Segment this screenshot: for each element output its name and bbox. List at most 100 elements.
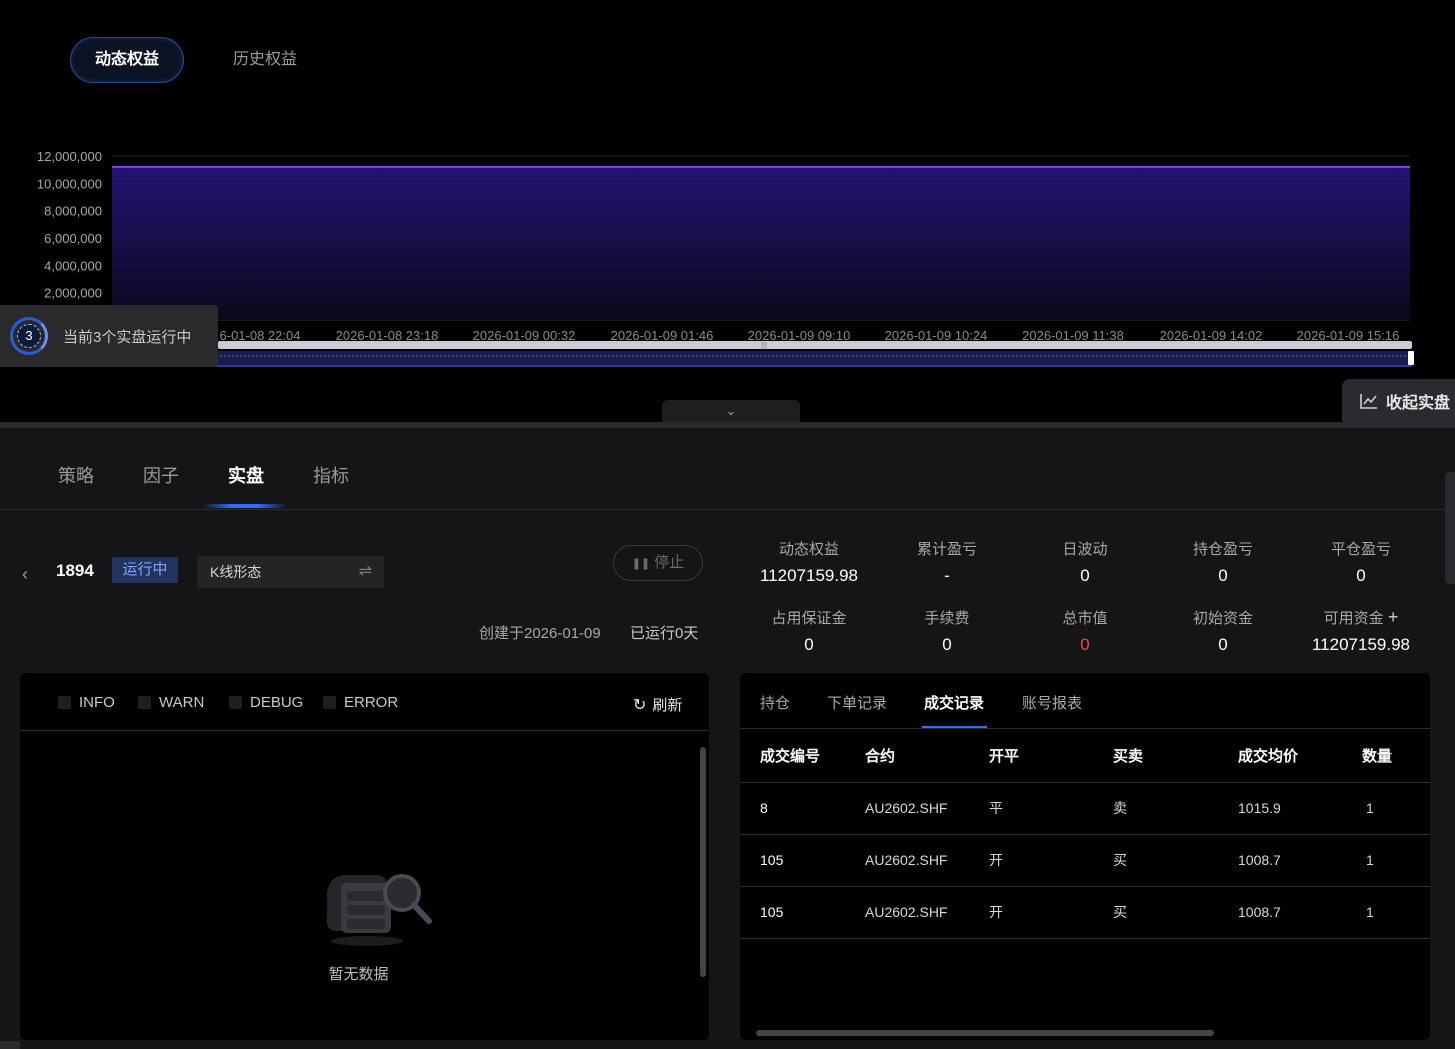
stat-available-funds: 可用资金 + 11207159.98 bbox=[1292, 607, 1430, 655]
equity-area bbox=[112, 166, 1410, 320]
page-scrollbar[interactable] bbox=[1445, 472, 1455, 584]
zoom-slider-handle bbox=[1408, 351, 1414, 365]
checkbox[interactable] bbox=[138, 696, 151, 709]
log-level-filters: INFO WARN DEBUG ERROR ↻ 刷新 bbox=[20, 673, 709, 731]
table-row[interactable]: 8 AU2602.SHF 平 卖 1015.9 1 bbox=[740, 782, 1430, 835]
records-tabs: 持仓 下单记录 成交记录 账号报表 bbox=[740, 673, 1430, 729]
tab-factor[interactable]: 因子 bbox=[143, 462, 179, 488]
tab-positions[interactable]: 持仓 bbox=[760, 692, 790, 713]
stat-value: - bbox=[944, 566, 950, 585]
stat-cum-pnl: 累计盈亏 - bbox=[878, 538, 1016, 586]
stop-button[interactable]: ❚❚ 停止 bbox=[613, 545, 703, 581]
cell-avg-price: 1008.7 bbox=[1238, 886, 1362, 939]
stat-position-pnl: 持仓盈亏 0 bbox=[1154, 538, 1292, 586]
stat-label: 总市值 bbox=[1062, 610, 1108, 627]
tab-live[interactable]: 实盘 bbox=[228, 462, 264, 488]
table-row[interactable]: 105 AU2602.SHF 开 买 1008.7 1 bbox=[740, 834, 1430, 887]
log-level-debug[interactable]: DEBUG bbox=[229, 694, 303, 711]
cell-open-close: 平 bbox=[989, 782, 1113, 835]
zoom-slider-track bbox=[218, 341, 1412, 349]
stat-value: 0 bbox=[1080, 635, 1090, 654]
x-tick-label: 2026-01-09 15:16 bbox=[1297, 328, 1400, 343]
cell-contract: AU2602.SHF bbox=[865, 834, 989, 887]
log-panel: INFO WARN DEBUG ERROR ↻ 刷新 暂无数据 bbox=[20, 673, 709, 1040]
stat-close-pnl: 平仓盈亏 0 bbox=[1292, 538, 1430, 586]
empty-data-icon bbox=[326, 874, 432, 946]
col-side: 买卖 bbox=[1113, 730, 1238, 783]
stat-label: 平仓盈亏 bbox=[1330, 541, 1391, 558]
table-row[interactable]: 105 AU2602.SHF 开 买 1008.7 1 bbox=[740, 886, 1430, 939]
collapse-chart-handle[interactable]: ⌄ bbox=[662, 400, 800, 422]
stat-value: 11207159.98 bbox=[759, 566, 858, 585]
run-days: 已运行0天 bbox=[630, 625, 699, 642]
tab-dynamic-equity[interactable]: 动态权益 bbox=[70, 37, 185, 83]
tab-indicator[interactable]: 指标 bbox=[313, 462, 349, 488]
tab-trades[interactable]: 成交记录 bbox=[924, 692, 984, 713]
x-tick-label: 2026-01-09 14:02 bbox=[1160, 328, 1263, 343]
y-tick-label: 10,000,000 bbox=[37, 176, 102, 191]
log-scrollbar[interactable] bbox=[700, 735, 706, 1035]
equity-chart[interactable]: 12,000,000 10,000,000 8,000,000 6,000,000 4,… bbox=[0, 130, 1455, 370]
tab-orders[interactable]: 下单记录 bbox=[827, 692, 887, 713]
add-funds-icon[interactable]: + bbox=[1388, 607, 1399, 627]
pause-icon: ❚❚ bbox=[631, 558, 651, 570]
log-level-error[interactable]: ERROR bbox=[323, 694, 398, 711]
checkbox[interactable] bbox=[58, 696, 71, 709]
cell-trade-id: 105 bbox=[740, 886, 865, 939]
line-chart-icon bbox=[1360, 394, 1377, 409]
log-level-label: DEBUG bbox=[250, 694, 304, 711]
strategy-select-value: K线形态 bbox=[210, 564, 262, 580]
running-live-notice[interactable]: 3 当前3个实盘运行中 bbox=[0, 305, 218, 367]
back-arrow-icon[interactable]: ‹ bbox=[22, 564, 28, 585]
chevron-down-icon: ⌄ bbox=[725, 403, 737, 418]
active-records-tab-indicator bbox=[922, 726, 987, 728]
tab-account-report[interactable]: 账号报表 bbox=[1022, 692, 1082, 713]
log-level-label: WARN bbox=[159, 694, 205, 711]
stat-label: 初始资金 bbox=[1192, 610, 1253, 627]
x-tick-label: 2026-01-09 11:38 bbox=[1022, 328, 1124, 343]
active-tab-indicator bbox=[203, 504, 287, 508]
equity-tabs: 动态权益 历史权益 bbox=[70, 37, 322, 83]
strategy-select[interactable]: K线形态 ⇌ bbox=[197, 556, 384, 588]
bottom-panel: 策略 因子 实盘 指标 ‹ 1894 运行中 K线形态 ⇌ ❚❚ 停止 创建于2… bbox=[0, 422, 1455, 1049]
zoom-drag-grip: ||| bbox=[761, 341, 767, 350]
stat-label: 日波动 bbox=[1062, 541, 1108, 558]
cell-contract: AU2602.SHF bbox=[865, 782, 989, 835]
tab-history-equity[interactable]: 历史权益 bbox=[208, 37, 322, 83]
stat-value: 0 bbox=[942, 635, 952, 654]
created-at: 创建于2026-01-09 bbox=[479, 625, 601, 642]
log-level-label: ERROR bbox=[344, 694, 399, 711]
stat-label: 手续费 bbox=[924, 610, 970, 627]
stat-daily-volatility: 日波动 0 bbox=[1016, 538, 1154, 586]
stat-value: 0 bbox=[1080, 566, 1090, 585]
refresh-label: 刷新 bbox=[652, 697, 683, 714]
cell-avg-price: 1015.9 bbox=[1238, 782, 1362, 835]
checkbox[interactable] bbox=[323, 696, 336, 709]
log-level-info[interactable]: INFO bbox=[58, 694, 115, 711]
col-avg-price: 成交均价 bbox=[1238, 730, 1362, 783]
refresh-button[interactable]: ↻ 刷新 bbox=[633, 694, 682, 715]
scroll-thumb[interactable] bbox=[756, 1030, 1214, 1036]
stat-label: 动态权益 bbox=[778, 541, 839, 558]
stat-margin: 占用保证金 0 bbox=[740, 607, 878, 655]
live-id: 1894 bbox=[56, 561, 94, 580]
running-count: 3 bbox=[17, 324, 41, 348]
tab-strategy[interactable]: 策略 bbox=[58, 462, 94, 488]
fold-live-button[interactable]: 收起实盘 bbox=[1342, 379, 1455, 423]
records-h-scrollbar[interactable] bbox=[744, 1029, 1426, 1037]
x-tick-label: 2026-01-09 00:32 bbox=[473, 328, 576, 343]
cell-trade-id: 8 bbox=[740, 782, 865, 835]
cell-qty: 1 bbox=[1362, 782, 1430, 835]
stat-fee: 手续费 0 bbox=[878, 607, 1016, 655]
status-badge: 运行中 bbox=[112, 557, 178, 583]
cell-avg-price: 1008.7 bbox=[1238, 834, 1362, 887]
x-tick-label: 2026-01-09 10:24 bbox=[885, 328, 988, 343]
stat-market-value: 总市值 0 bbox=[1016, 607, 1154, 655]
stat-value: 0 bbox=[804, 635, 814, 654]
scroll-thumb[interactable] bbox=[700, 747, 706, 977]
fold-live-label: 收起实盘 bbox=[1386, 395, 1451, 412]
records-panel: 持仓 下单记录 成交记录 账号报表 成交编号 合约 开平 买卖 成交均价 数量 … bbox=[740, 673, 1430, 1040]
log-level-warn[interactable]: WARN bbox=[138, 694, 204, 711]
checkbox[interactable] bbox=[229, 696, 242, 709]
col-qty: 数量 bbox=[1362, 730, 1430, 783]
